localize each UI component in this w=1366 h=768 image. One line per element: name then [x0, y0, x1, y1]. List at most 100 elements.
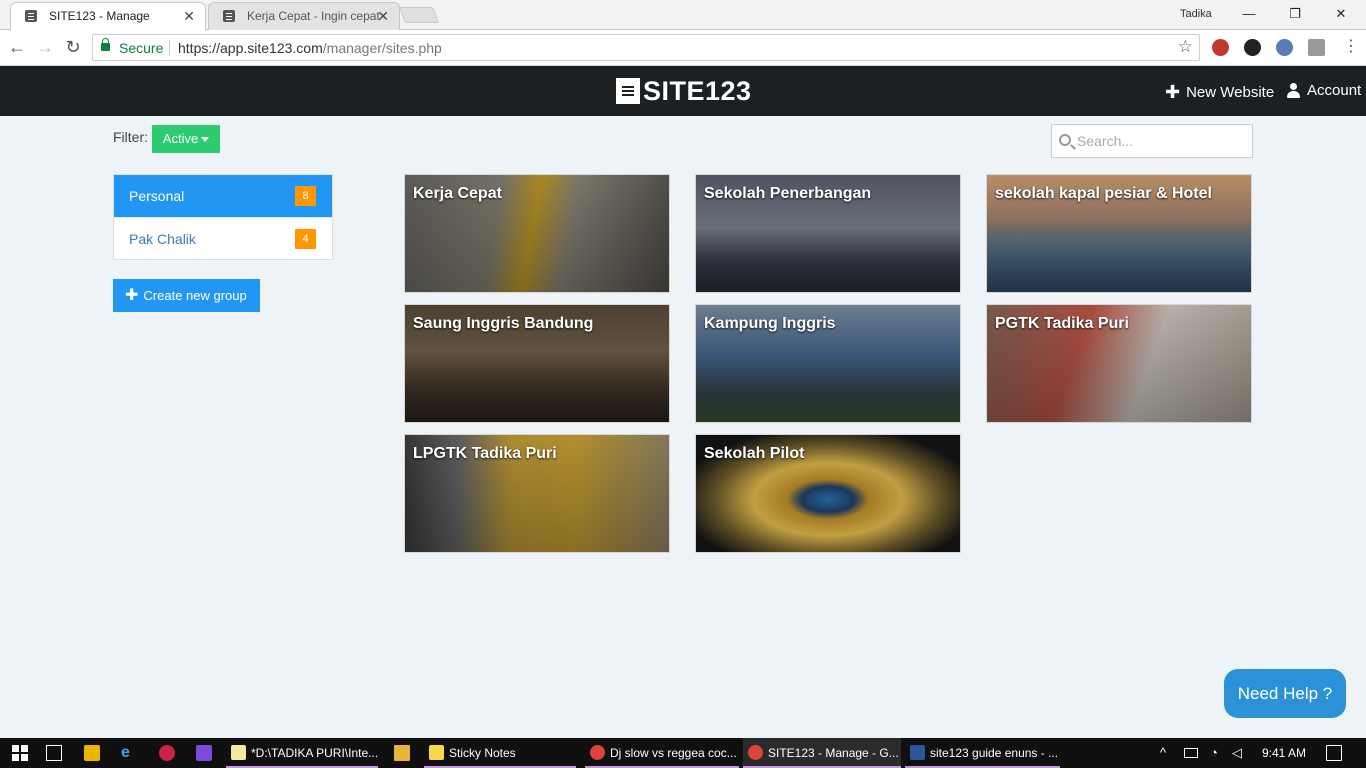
group-item-personal[interactable]: Personal 8 [114, 175, 332, 217]
windows-taskbar: e *D:\TADIKA PURI\Inte... Sticky Notes D… [0, 738, 1366, 768]
site-title: Sekolah Penerbangan [704, 185, 872, 202]
site-title: Kampung Inggris [704, 315, 836, 332]
chevron-up-icon[interactable]: ^ [1160, 745, 1176, 761]
window-user-label: Tadika [1180, 8, 1212, 20]
site-title: LPGTK Tadika Puri [413, 445, 557, 462]
taskbar-item-label: SITE123 - Manage - G... [768, 746, 899, 760]
logo-text: SITE123 [643, 75, 752, 106]
file-explorer-icon[interactable] [394, 745, 410, 761]
filter-dropdown[interactable]: Active [152, 125, 220, 153]
extension-sync-icon[interactable] [1244, 39, 1261, 56]
back-icon[interactable]: ← [6, 36, 28, 58]
search-box [1051, 124, 1253, 158]
extension-globe-icon[interactable] [1276, 39, 1293, 56]
action-center-icon[interactable] [1326, 745, 1342, 761]
account-label: Account [1307, 82, 1362, 99]
group-list: Personal 8 Pak Chalik 4 [113, 174, 333, 260]
site-card[interactable]: Saung Inggris Bandung [404, 304, 670, 423]
taskbar-item-word[interactable]: site123 guide enuns - ... [905, 738, 1060, 768]
restore-window-button[interactable]: ❐ [1272, 4, 1318, 24]
taskbar-item-label: site123 guide enuns - ... [930, 746, 1059, 760]
new-website-button[interactable]: ✚ New Website [1165, 82, 1274, 103]
omnibox-divider [169, 40, 170, 56]
taskbar-item-sticky-notes[interactable]: Sticky Notes [424, 738, 576, 768]
group-item-pak-chalik[interactable]: Pak Chalik 4 [114, 217, 332, 259]
site123-favicon-icon [25, 10, 37, 22]
filter-label: Filter: [113, 129, 148, 145]
plus-icon: ✚ [125, 287, 139, 304]
create-group-label: Create new group [143, 288, 247, 303]
word-icon [910, 745, 925, 760]
caret-down-icon [201, 137, 210, 143]
close-tab-icon[interactable]: ✕ [183, 3, 195, 29]
site-card[interactable]: Sekolah Pilot [695, 434, 961, 553]
battery-icon[interactable] [1184, 748, 1198, 758]
tab-site123-manage[interactable]: SITE123 - Manage ✕ [10, 2, 206, 30]
group-name: Personal [129, 188, 185, 204]
site-title: Sekolah Pilot [704, 445, 805, 462]
close-tab-icon[interactable]: ✕ [377, 3, 389, 29]
forward-icon[interactable]: → [34, 36, 56, 58]
lock-icon [101, 38, 110, 51]
secure-label: Secure [119, 40, 164, 56]
extension-p-icon[interactable] [1212, 39, 1229, 56]
bookmark-star-icon[interactable]: ☆ [1178, 37, 1193, 57]
site-header: SITE123 ✚ New Website Account [0, 66, 1366, 116]
close-window-button[interactable]: ✕ [1318, 4, 1364, 24]
wifi-icon[interactable]: ◔ [1210, 745, 1226, 761]
site-card[interactable]: Sekolah Penerbangan [695, 174, 961, 293]
group-name: Pak Chalik [129, 231, 196, 247]
site-title: Saung Inggris Bandung [413, 315, 594, 332]
create-new-group-button[interactable]: ✚ Create new group [113, 279, 260, 312]
tab-kerja-cepat[interactable]: Kerja Cepat - Ingin cepat ✕ [208, 2, 400, 30]
app-red-icon[interactable] [159, 745, 175, 761]
site-card[interactable]: Kampung Inggris [695, 304, 961, 423]
taskbar-item-label: *D:\TADIKA PURI\Inte... [251, 746, 378, 760]
tab-title: SITE123 - Manage [49, 9, 150, 23]
chrome-icon [748, 745, 763, 760]
new-website-label: New Website [1186, 84, 1275, 101]
taskbar-item-label: Dj slow vs reggea coc... [610, 746, 737, 760]
site-title: Kerja Cepat [413, 185, 502, 202]
site-card[interactable]: Kerja Cepat [404, 174, 670, 293]
chrome-menu-icon[interactable]: ⋮ [1340, 36, 1362, 58]
store-icon[interactable] [84, 745, 100, 761]
windows-start-icon[interactable] [12, 745, 28, 761]
chrome-icon [590, 745, 605, 760]
new-tab-button[interactable] [399, 7, 439, 23]
url-host: https://app.site123.com [178, 40, 323, 56]
tab-title: Kerja Cepat - Ingin cepat [247, 9, 380, 23]
account-button[interactable]: Account [1287, 82, 1361, 99]
taskbar-item-notepad[interactable]: *D:\TADIKA PURI\Inte... [226, 738, 378, 768]
site-card[interactable]: LPGTK Tadika Puri [404, 434, 670, 553]
taskbar-item-chrome-site123[interactable]: SITE123 - Manage - G... [743, 738, 901, 768]
address-bar: ← → ↻ Secure https://app.site123.com/man… [0, 30, 1366, 66]
taskbar-item-label: Sticky Notes [449, 746, 516, 760]
need-help-button[interactable]: Need Help ? [1224, 669, 1346, 718]
search-input[interactable] [1077, 130, 1247, 152]
taskbar-item-chrome-dj[interactable]: Dj slow vs reggea coc... [585, 738, 739, 768]
plus-icon: ✚ [1165, 82, 1181, 102]
search-icon [1059, 134, 1071, 146]
reload-icon[interactable]: ↻ [62, 36, 84, 58]
notepad-icon [231, 745, 246, 760]
minimize-window-button[interactable]: — [1226, 4, 1272, 24]
omnibox[interactable]: Secure https://app.site123.com/manager/s… [92, 34, 1200, 61]
site-card[interactable]: PGTK Tadika Puri [986, 304, 1252, 423]
task-view-icon[interactable] [46, 745, 62, 761]
user-icon [1287, 83, 1300, 98]
extension-gray-icon[interactable] [1308, 39, 1325, 56]
url-path: /manager/sites.php [322, 40, 442, 56]
volume-icon[interactable]: ◁ [1232, 745, 1248, 761]
app-purple-icon[interactable] [196, 745, 212, 761]
url-text[interactable]: https://app.site123.com/manager/sites.ph… [178, 40, 442, 56]
site-title: sekolah kapal pesiar & Hotel [995, 185, 1212, 202]
site-card[interactable]: sekolah kapal pesiar & Hotel [986, 174, 1252, 293]
edge-icon[interactable]: e [121, 745, 137, 761]
logo-mark-icon [616, 78, 640, 104]
clock-time[interactable]: 9:41 AM [1262, 746, 1306, 760]
site123-logo[interactable]: SITE123 [616, 75, 752, 106]
browser-tab-bar: SITE123 - Manage ✕ Kerja Cepat - Ingin c… [0, 0, 1366, 30]
site123-favicon-icon [223, 10, 235, 22]
sticky-notes-icon [429, 745, 444, 760]
